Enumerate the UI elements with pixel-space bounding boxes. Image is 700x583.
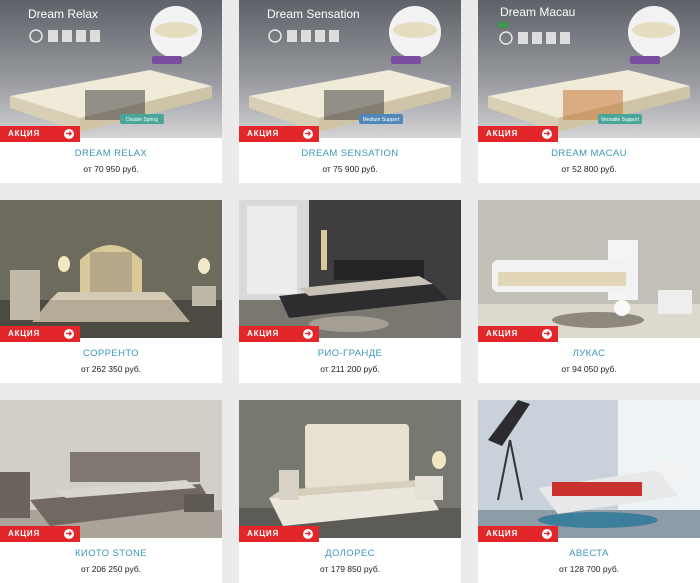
product-price: от 70 950 руб. <box>83 164 139 174</box>
product-card-avesta[interactable]: АКЦИЯ ➜ АВЕСТА от 128 700 руб. <box>478 400 700 583</box>
arrow-right-icon: ➜ <box>64 529 74 539</box>
product-image[interactable]: Dream Relax Double Spring <box>0 0 222 138</box>
arrow-right-icon: ➜ <box>542 129 552 139</box>
product-name[interactable]: ДОЛОРЕС <box>239 548 461 559</box>
promo-badge[interactable]: АКЦИЯ ➜ <box>0 126 80 142</box>
product-price: от 75 900 руб. <box>322 164 378 174</box>
product-name[interactable]: DREAM SENSATION <box>239 148 461 159</box>
product-image[interactable] <box>239 400 461 538</box>
product-card-dream-relax[interactable]: Dream Relax Double Spring АКЦИЯ ➜ DREAM R… <box>0 0 222 183</box>
arrow-right-icon: ➜ <box>303 129 313 139</box>
promo-badge[interactable]: АКЦИЯ ➜ <box>478 526 558 542</box>
arrow-right-icon: ➜ <box>542 529 552 539</box>
product-name[interactable]: СОРРЕНТО <box>0 348 222 359</box>
arrow-right-icon: ➜ <box>64 329 74 339</box>
image-caption: Dream Relax <box>28 7 98 21</box>
image-tag: Double Spring <box>126 117 158 123</box>
product-image[interactable] <box>0 400 222 538</box>
promo-badge[interactable]: АКЦИЯ ➜ <box>0 526 80 542</box>
promo-badge[interactable]: АКЦИЯ ➜ <box>478 326 558 342</box>
promo-badge[interactable]: АКЦИЯ ➜ <box>239 326 319 342</box>
product-price: от 206 250 руб. <box>80 564 142 574</box>
promo-badge[interactable]: АКЦИЯ ➜ <box>239 126 319 142</box>
image-caption: Dream Macau <box>500 5 575 19</box>
product-name[interactable]: РИО-ГРАНДЕ <box>239 348 461 359</box>
product-name[interactable]: DREAM RELAX <box>0 148 222 159</box>
product-grid: Dream Relax Double Spring АКЦИЯ ➜ DREAM R… <box>0 0 700 583</box>
product-card-rio-grande[interactable]: АКЦИЯ ➜ РИО-ГРАНДЕ от 211 200 руб. <box>239 200 461 383</box>
image-tag: Versatile Support <box>601 117 640 123</box>
image-caption: Dream Sensation <box>267 7 360 21</box>
product-price: от 262 350 руб. <box>80 364 142 374</box>
product-price: от 52 800 руб. <box>561 164 617 174</box>
product-image[interactable] <box>239 200 461 338</box>
product-card-dolores[interactable]: АКЦИЯ ➜ ДОЛОРЕС от 179 850 руб. <box>239 400 461 583</box>
product-price: от 179 850 руб. <box>319 564 381 574</box>
product-image[interactable] <box>478 400 700 538</box>
product-image[interactable]: Dream Macau Versatile Support <box>478 0 700 138</box>
arrow-right-icon: ➜ <box>303 329 313 339</box>
product-card-dream-macau[interactable]: Dream Macau Versatile Support АКЦИЯ ➜ DRE… <box>478 0 700 183</box>
product-card-sorrento[interactable]: АКЦИЯ ➜ СОРРЕНТО от 262 350 руб. <box>0 200 222 383</box>
image-tag: Medium Support <box>363 117 400 123</box>
product-image[interactable] <box>0 200 222 338</box>
promo-badge[interactable]: АКЦИЯ ➜ <box>0 326 80 342</box>
product-card-kioto-stone[interactable]: АКЦИЯ ➜ КИОТО STONE от 206 250 руб. <box>0 400 222 583</box>
product-price: от 94 050 руб. <box>561 364 617 374</box>
product-price: от 128 700 руб. <box>558 564 620 574</box>
product-name[interactable]: КИОТО STONE <box>0 548 222 559</box>
product-image[interactable]: Dream Sensation Medium Support <box>239 0 461 138</box>
arrow-right-icon: ➜ <box>64 129 74 139</box>
product-name[interactable]: DREAM MACAU <box>478 148 700 159</box>
arrow-right-icon: ➜ <box>303 529 313 539</box>
product-name[interactable]: АВЕСТА <box>478 548 700 559</box>
product-card-lukas[interactable]: АКЦИЯ ➜ ЛУКАС от 94 050 руб. <box>478 200 700 383</box>
product-name[interactable]: ЛУКАС <box>478 348 700 359</box>
product-card-dream-sensation[interactable]: Dream Sensation Medium Support АКЦИЯ ➜ DR… <box>239 0 461 183</box>
promo-badge[interactable]: АКЦИЯ ➜ <box>478 126 558 142</box>
arrow-right-icon: ➜ <box>542 329 552 339</box>
product-price: от 211 200 руб. <box>320 364 380 374</box>
product-image[interactable] <box>478 200 700 338</box>
promo-badge[interactable]: АКЦИЯ ➜ <box>239 526 319 542</box>
